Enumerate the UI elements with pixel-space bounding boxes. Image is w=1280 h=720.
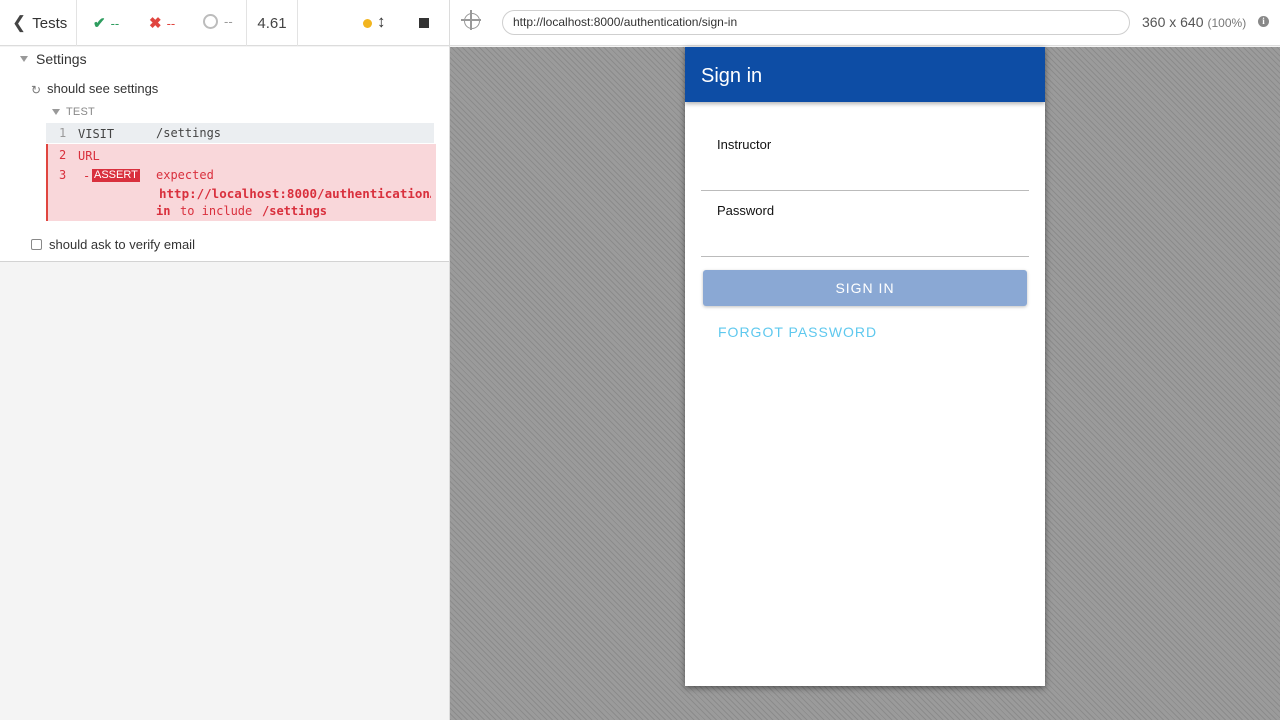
info-icon[interactable]: i	[1258, 16, 1269, 27]
command-message: /settings	[156, 126, 222, 140]
caret-down-icon	[20, 56, 28, 62]
url-bar[interactable]: http://localhost:8000/authentication/sig…	[502, 10, 1130, 35]
pending-checkbox-icon	[31, 239, 42, 250]
pending-stat: --	[203, 14, 233, 29]
chevron-left-icon: ❮	[12, 13, 27, 32]
sign-in-button[interactable]: SIGN IN	[703, 270, 1027, 306]
section-label: TEST	[66, 106, 95, 118]
aut-stage: Sign in Instructor Password SIGN IN FORG…	[450, 47, 1280, 720]
assert-badge: ASSERT	[92, 169, 140, 182]
running-indicator-icon	[363, 19, 372, 28]
password-field[interactable]	[701, 231, 1029, 255]
instructor-field[interactable]	[701, 165, 1029, 189]
spinner-icon: ↻	[31, 83, 42, 97]
failed-stat: ✖ --	[149, 14, 175, 32]
command-number: 2	[59, 148, 67, 162]
tests-label: Tests	[32, 14, 68, 32]
stop-button[interactable]	[419, 18, 429, 28]
x-icon: ✖	[149, 15, 162, 32]
duration: 4.61	[247, 0, 298, 46]
command-row[interactable]: 1 VISIT /settings	[46, 123, 434, 143]
assert-expected-word: expected	[156, 168, 214, 182]
ring-icon	[203, 14, 218, 29]
failed-count: --	[166, 15, 176, 31]
command-prefix: -	[83, 169, 91, 183]
back-to-tests-button[interactable]: ❮ Tests	[0, 0, 77, 46]
failed-command-group[interactable]: 2 URL 3 - ASSERT expected http://localho…	[46, 144, 436, 221]
forgot-password-link[interactable]: FORGOT PASSWORD	[718, 324, 877, 340]
page-title: Sign in	[701, 65, 763, 87]
app-bar: Sign in	[685, 47, 1045, 102]
autoscroll-toggle-icon[interactable]: ↕	[377, 12, 386, 32]
assert-in-word: in	[156, 204, 171, 218]
command-name: URL	[78, 149, 100, 163]
suite-row[interactable]: Settings	[0, 47, 449, 73]
suite-title: Settings	[36, 51, 87, 67]
pending-count: --	[224, 14, 233, 29]
test-item[interactable]: should ask to verify email	[31, 237, 195, 252]
viewport-size: 360 x 640	[1142, 14, 1204, 30]
app-frame: Sign in Instructor Password SIGN IN FORG…	[685, 47, 1045, 686]
assert-to-include: to include	[180, 204, 253, 218]
command-number: 1	[59, 126, 67, 140]
command-number: 3	[59, 168, 67, 182]
checkmark-icon: ✔	[93, 15, 106, 32]
instructor-label: Instructor	[717, 137, 772, 152]
runnable-tree: Settings ↻ should see settings TEST 1 VI…	[0, 47, 449, 262]
test-title: should see settings	[47, 81, 159, 96]
assert-expected-value: /settings	[262, 204, 328, 218]
viewport-info: 360 x 640 (100%)	[1142, 14, 1246, 30]
command-name: VISIT	[78, 127, 115, 141]
password-label: Password	[717, 203, 775, 218]
caret-down-icon	[52, 109, 60, 115]
crosshair-icon[interactable]	[461, 10, 481, 30]
run-controls: ↕	[298, 0, 449, 46]
stats-group: ✔ -- ✖ -- --	[77, 0, 247, 46]
password-underline	[701, 256, 1029, 257]
test-title: should ask to verify email	[49, 237, 195, 252]
passed-count: --	[110, 15, 120, 31]
passed-stat: ✔ --	[93, 14, 119, 32]
assert-actual-value: http://localhost:8000/authentication…	[159, 186, 431, 201]
reporter-panel: ❮ Tests ✔ -- ✖ -- -- 4.61 ↕ Settings ↻ s…	[0, 0, 450, 720]
viewport-scale: (100%)	[1207, 16, 1247, 30]
aut-header: http://localhost:8000/authentication/sig…	[450, 0, 1280, 46]
instructor-underline	[701, 190, 1029, 191]
reporter-header: ❮ Tests ✔ -- ✖ -- -- 4.61 ↕	[0, 0, 449, 46]
